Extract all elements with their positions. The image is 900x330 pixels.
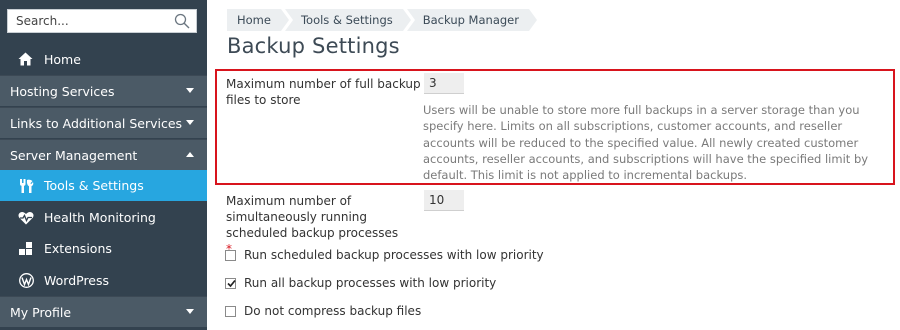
- sidebar-group-links-additional-services[interactable]: Links to Additional Services: [0, 107, 207, 138]
- sidebar-item-health-monitoring[interactable]: Health Monitoring: [0, 202, 207, 233]
- chevron-up-icon: [186, 152, 194, 157]
- checkbox-row-scheduled-low-priority[interactable]: Run scheduled backup processes with low …: [225, 248, 544, 262]
- search-box[interactable]: [7, 9, 197, 33]
- sidebar-group-my-profile[interactable]: My Profile: [0, 296, 207, 327]
- sidebar-group-server-management[interactable]: Server Management: [0, 139, 207, 170]
- extensions-icon: [17, 241, 35, 257]
- checkbox-label: Run all backup processes with low priori…: [244, 276, 497, 290]
- checkbox-label: Do not compress backup files: [244, 304, 422, 318]
- checkbox-all-low-priority[interactable]: [225, 277, 236, 289]
- sidebar-group-label: Server Management: [10, 147, 138, 163]
- sidebar-item-extensions[interactable]: Extensions: [0, 233, 207, 264]
- sidebar-item-home[interactable]: Home: [0, 42, 207, 76]
- home-icon: [16, 51, 34, 67]
- breadcrumb-home[interactable]: Home: [227, 9, 289, 31]
- chevron-down-icon: [186, 309, 194, 314]
- chevron-down-icon: [186, 88, 194, 93]
- sidebar-item-tools-settings[interactable]: Tools & Settings: [0, 170, 207, 201]
- checkbox-scheduled-low-priority[interactable]: [225, 249, 236, 261]
- breadcrumb-tools-settings[interactable]: Tools & Settings: [284, 9, 411, 31]
- tools-icon: [17, 178, 35, 194]
- search-input[interactable]: [8, 10, 168, 32]
- checkbox-label: Run scheduled backup processes with low …: [244, 248, 544, 262]
- search-icon[interactable]: [174, 13, 190, 29]
- sidebar-item-label: Tools & Settings: [44, 178, 144, 193]
- sidebar-group-hosting-services[interactable]: Hosting Services: [0, 75, 207, 106]
- max-simultaneous-label-text: Maximum number of simultaneously running…: [226, 194, 399, 240]
- checkbox-no-compress[interactable]: [225, 305, 236, 317]
- main-content: Home Tools & Settings Backup Manager Bac…: [207, 0, 900, 330]
- max-simultaneous-input[interactable]: [424, 190, 464, 211]
- sidebar-item-label: Extensions: [44, 241, 112, 256]
- sidebar-group-label: Links to Additional Services: [10, 115, 183, 131]
- sidebar-group-label: My Profile: [10, 304, 72, 320]
- max-full-backups-label: Maximum number of full backup files to s…: [226, 77, 421, 107]
- max-full-backups-input[interactable]: [424, 73, 464, 94]
- sidebar-item-label: Home: [44, 51, 81, 67]
- heart-monitor-icon: [17, 210, 35, 226]
- checkmark-icon: [227, 279, 236, 287]
- page-title: Backup Settings: [227, 34, 400, 58]
- chevron-down-icon: [186, 120, 194, 125]
- wordpress-icon: [17, 273, 35, 289]
- checkbox-row-no-compress[interactable]: Do not compress backup files: [225, 304, 421, 318]
- checkbox-row-all-low-priority[interactable]: Run all backup processes with low priori…: [225, 276, 496, 290]
- sidebar-group-label: Hosting Services: [10, 83, 115, 99]
- max-full-backups-hint: Users will be unable to store more full …: [423, 103, 869, 183]
- breadcrumb-backup-manager[interactable]: Backup Manager: [406, 9, 538, 31]
- sidebar-item-wordpress[interactable]: WordPress: [0, 265, 207, 296]
- sidebar-item-label: Health Monitoring: [44, 210, 156, 225]
- sidebar: Home Hosting Services Links to Additiona…: [0, 0, 207, 330]
- breadcrumb: Home Tools & Settings Backup Manager: [227, 9, 538, 31]
- sidebar-item-label: WordPress: [44, 273, 110, 288]
